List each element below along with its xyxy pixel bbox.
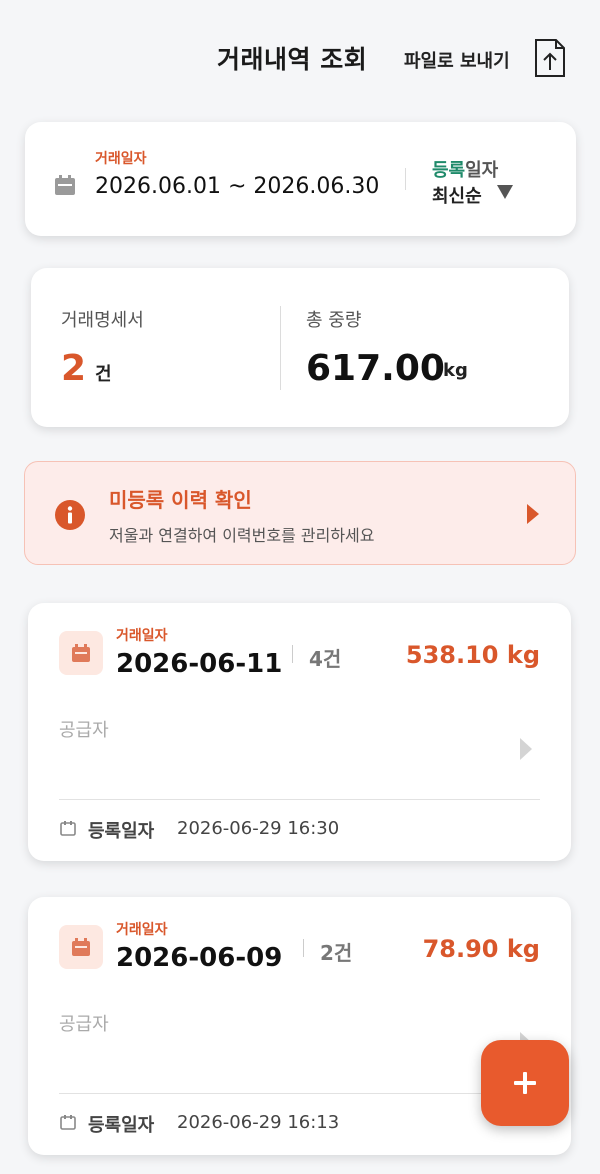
registered-date-label: 등록일자	[88, 1115, 155, 1136]
calendar-icon	[72, 938, 90, 956]
registered-date-value: 2026-06-29 16:30	[177, 818, 340, 839]
page-title: 거래내역 조회	[217, 45, 368, 74]
top-bar: 거래내역 조회 파일로 보내기	[0, 0, 600, 100]
transaction-icon-box	[59, 631, 103, 675]
total-weight-unit: kg	[443, 360, 468, 381]
sort-order-select[interactable]: 최신순	[432, 182, 482, 208]
transaction-count: 2건	[320, 941, 353, 965]
date-range-value[interactable]: 2026.06.01 ~ 2026.06.30	[95, 174, 379, 199]
banner-description: 저울과 연결하여 이력번호를 관리하세요	[109, 526, 375, 545]
chevron-right-icon[interactable]	[519, 737, 533, 761]
registered-date-label: 등록일자	[88, 821, 155, 842]
transaction-date-label: 거래일자	[116, 628, 168, 644]
supplier-label: 공급자	[59, 1014, 109, 1035]
transaction-separator	[292, 645, 293, 663]
chevron-right-icon	[527, 504, 539, 524]
transaction-date-label: 거래일자	[116, 922, 168, 938]
date-filter-label: 거래일자	[95, 151, 147, 167]
transaction-count: 4건	[309, 647, 342, 671]
filter-divider	[405, 168, 406, 190]
transaction-date: 2026-06-09	[116, 943, 283, 973]
statements-label: 거래명세서	[61, 310, 144, 331]
export-file-button[interactable]: 파일로 보내기	[404, 47, 510, 73]
transaction-card[interactable]: 거래일자 2026-06-11 4건 538.10 kg 공급자 등록일자 20…	[28, 603, 571, 861]
registered-date-value: 2026-06-29 16:13	[177, 1112, 340, 1133]
supplier-label: 공급자	[59, 720, 109, 741]
statements-count: 2	[61, 348, 87, 389]
date-filter-card[interactable]: 거래일자 2026.06.01 ~ 2026.06.30 등록일자 최신순	[25, 122, 576, 236]
total-weight-value: 617.00	[306, 348, 445, 389]
total-weight-label: 총 중량	[306, 310, 362, 331]
calendar-icon	[60, 821, 76, 836]
sort-field-label[interactable]: 등록일자	[432, 156, 498, 182]
transaction-separator	[303, 939, 304, 957]
unregistered-history-banner[interactable]: 미등록 이력 확인 저울과 연결하여 이력번호를 관리하세요	[24, 461, 576, 565]
summary-divider	[280, 306, 281, 390]
sort-field-rest: 일자	[465, 160, 499, 181]
info-icon	[55, 500, 85, 530]
calendar-icon	[55, 175, 75, 195]
sort-field-highlight: 등록	[432, 160, 466, 181]
add-transaction-button[interactable]	[481, 1040, 569, 1126]
summary-card: 거래명세서 2 건 총 중량 617.00 kg	[31, 268, 569, 427]
transaction-weight: 78.90 kg	[422, 935, 540, 963]
caret-down-icon[interactable]	[496, 184, 514, 200]
card-divider	[59, 1093, 540, 1094]
transaction-weight: 538.10 kg	[405, 641, 540, 669]
calendar-icon	[60, 1115, 76, 1130]
card-divider	[59, 799, 540, 800]
banner-title: 미등록 이력 확인	[109, 488, 252, 512]
transaction-date: 2026-06-11	[116, 649, 283, 679]
statements-unit: 건	[95, 364, 112, 385]
calendar-icon	[72, 644, 90, 662]
plus-icon	[514, 1072, 536, 1094]
export-icon[interactable]	[534, 38, 566, 78]
transaction-icon-box	[59, 925, 103, 969]
